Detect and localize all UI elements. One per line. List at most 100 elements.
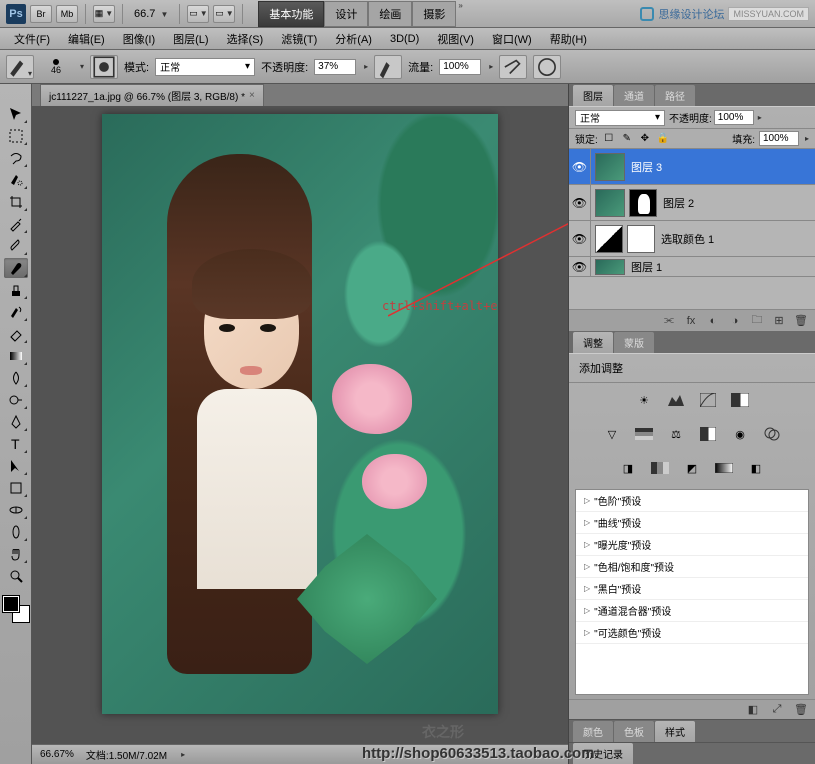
channel-mixer-icon[interactable]	[761, 425, 783, 443]
layer-style-icon[interactable]: fx	[683, 314, 699, 328]
blend-mode-select[interactable]: 正常▾	[155, 58, 255, 76]
gradient-map-icon[interactable]	[713, 459, 735, 477]
layer-mask-icon[interactable]: ◐	[705, 314, 721, 328]
link-layers-icon[interactable]: ⫘	[661, 314, 677, 328]
tab-channels[interactable]: 通道	[614, 85, 654, 106]
hand-tool[interactable]	[4, 544, 28, 564]
lock-position-icon[interactable]: ✥	[638, 132, 652, 146]
status-zoom[interactable]: 66.67%	[40, 749, 74, 760]
brush-preset-picker[interactable]: 46	[40, 59, 72, 75]
trash-icon[interactable]: 🗑	[793, 703, 809, 717]
close-tab-icon[interactable]: ×	[249, 90, 255, 101]
adjustment-layer-icon[interactable]	[595, 225, 623, 253]
menu-file[interactable]: 文件(F)	[6, 28, 58, 50]
foreground-color[interactable]	[3, 596, 19, 612]
zoom-tool[interactable]	[4, 566, 28, 586]
menu-window[interactable]: 窗口(W)	[484, 28, 540, 50]
type-tool[interactable]: T	[4, 434, 28, 454]
menu-select[interactable]: 选择(S)	[219, 28, 272, 50]
screen-mode-button[interactable]: ▭▼	[213, 5, 235, 23]
layer-opacity-input[interactable]: 100%	[714, 110, 754, 125]
tab-swatches[interactable]: 色板	[614, 721, 654, 742]
vibrance-icon[interactable]: ▽	[601, 425, 623, 443]
menu-layer[interactable]: 图层(L)	[165, 28, 216, 50]
preset-item[interactable]: ▷"曲线"预设	[576, 512, 808, 534]
layer-thumbnail[interactable]	[595, 153, 625, 181]
photo-filter-icon[interactable]: ◉	[729, 425, 751, 443]
status-menu-icon[interactable]: ▸	[181, 750, 185, 759]
status-doc-size[interactable]: 文档:1.50M/7.02M	[86, 747, 167, 762]
preset-item[interactable]: ▷"色阶"预设	[576, 490, 808, 512]
preset-item[interactable]: ▷"色相/饱和度"预设	[576, 556, 808, 578]
eyedropper-tool[interactable]	[4, 214, 28, 234]
3d-camera-tool[interactable]	[4, 522, 28, 542]
preset-item[interactable]: ▷"黑白"预设	[576, 578, 808, 600]
lock-all-icon[interactable]: 🔒	[656, 132, 670, 146]
history-brush-tool[interactable]	[4, 302, 28, 322]
pressure-size-button[interactable]	[533, 55, 561, 79]
preset-item[interactable]: ▷"通道混合器"预设	[576, 600, 808, 622]
levels-icon[interactable]	[665, 391, 687, 409]
selective-color-icon[interactable]: ◧	[745, 459, 767, 477]
new-layer-icon[interactable]: ⊞	[771, 314, 787, 328]
workspace-painting[interactable]: 绘画	[368, 1, 412, 27]
visibility-icon[interactable]: 👁	[569, 185, 591, 221]
preset-item[interactable]: ▷"曝光度"预设	[576, 534, 808, 556]
dodge-tool[interactable]	[4, 390, 28, 410]
layer-group-icon[interactable]: 🗀	[749, 314, 765, 328]
workspace-design[interactable]: 设计	[324, 1, 368, 27]
layer-mask-thumbnail[interactable]	[629, 189, 657, 217]
brush-panel-button[interactable]	[90, 55, 118, 79]
path-select-tool[interactable]	[4, 456, 28, 476]
preset-item[interactable]: ▷"可选颜色"预设	[576, 622, 808, 644]
bridge-button[interactable]: Br	[30, 5, 52, 23]
gradient-tool[interactable]	[4, 346, 28, 366]
layer-thumbnail[interactable]	[595, 189, 625, 217]
menu-edit[interactable]: 编辑(E)	[60, 28, 113, 50]
zoom-level[interactable]: 66.7 ▼	[130, 8, 172, 20]
menu-view[interactable]: 视图(V)	[429, 28, 482, 50]
delete-layer-icon[interactable]: 🗑	[793, 314, 809, 328]
exposure-icon[interactable]	[729, 391, 751, 409]
3d-rotate-tool[interactable]	[4, 500, 28, 520]
lasso-tool[interactable]	[4, 148, 28, 168]
threshold-icon[interactable]: ◩	[681, 459, 703, 477]
layer-blend-select[interactable]: 正常▾	[575, 110, 665, 126]
eraser-tool[interactable]	[4, 324, 28, 344]
layer-name[interactable]: 选取颜色 1	[659, 231, 714, 247]
workspace-more-icon[interactable]: »	[458, 1, 462, 27]
posterize-icon[interactable]	[649, 459, 671, 477]
minibridge-button[interactable]: Mb	[56, 5, 78, 23]
color-balance-icon[interactable]: ⚖	[665, 425, 687, 443]
blur-tool[interactable]	[4, 368, 28, 388]
visibility-icon[interactable]: 👁	[569, 257, 591, 277]
lock-pixels-icon[interactable]: ✎	[620, 132, 634, 146]
tab-paths[interactable]: 路径	[655, 85, 695, 106]
move-tool[interactable]	[4, 104, 28, 124]
marquee-tool[interactable]	[4, 126, 28, 146]
shape-tool[interactable]	[4, 478, 28, 498]
visibility-icon[interactable]: 👁	[569, 149, 591, 185]
airbrush-button[interactable]	[499, 55, 527, 79]
brush-dropdown-icon[interactable]: ▾	[80, 62, 84, 71]
document-tab[interactable]: jc111227_1a.jpg @ 66.7% (图层 3, RGB/8) * …	[40, 84, 264, 106]
layer-fill-input[interactable]: 100%	[759, 131, 799, 146]
menu-3d[interactable]: 3D(D)	[382, 30, 427, 48]
clone-stamp-tool[interactable]	[4, 280, 28, 300]
layer-thumbnail[interactable]	[595, 259, 625, 275]
view-extras-button[interactable]: ▦▼	[93, 5, 115, 23]
hue-sat-icon[interactable]	[633, 425, 655, 443]
adjustment-layer-icon[interactable]: ◑	[727, 314, 743, 328]
layer-row[interactable]: 👁 图层 2	[569, 185, 815, 221]
tab-color[interactable]: 颜色	[573, 721, 613, 742]
tool-preset-button[interactable]: ▾	[6, 55, 34, 79]
pen-tool[interactable]	[4, 412, 28, 432]
layer-row[interactable]: 👁 选取颜色 1	[569, 221, 815, 257]
visibility-icon[interactable]: 👁	[569, 221, 591, 257]
lock-transparency-icon[interactable]: ☐	[602, 132, 616, 146]
black-white-icon[interactable]	[697, 425, 719, 443]
pressure-opacity-button[interactable]	[374, 55, 402, 79]
tab-layers[interactable]: 图层	[573, 85, 613, 106]
invert-icon[interactable]: ◨	[617, 459, 639, 477]
workspace-essentials[interactable]: 基本功能	[258, 1, 324, 27]
